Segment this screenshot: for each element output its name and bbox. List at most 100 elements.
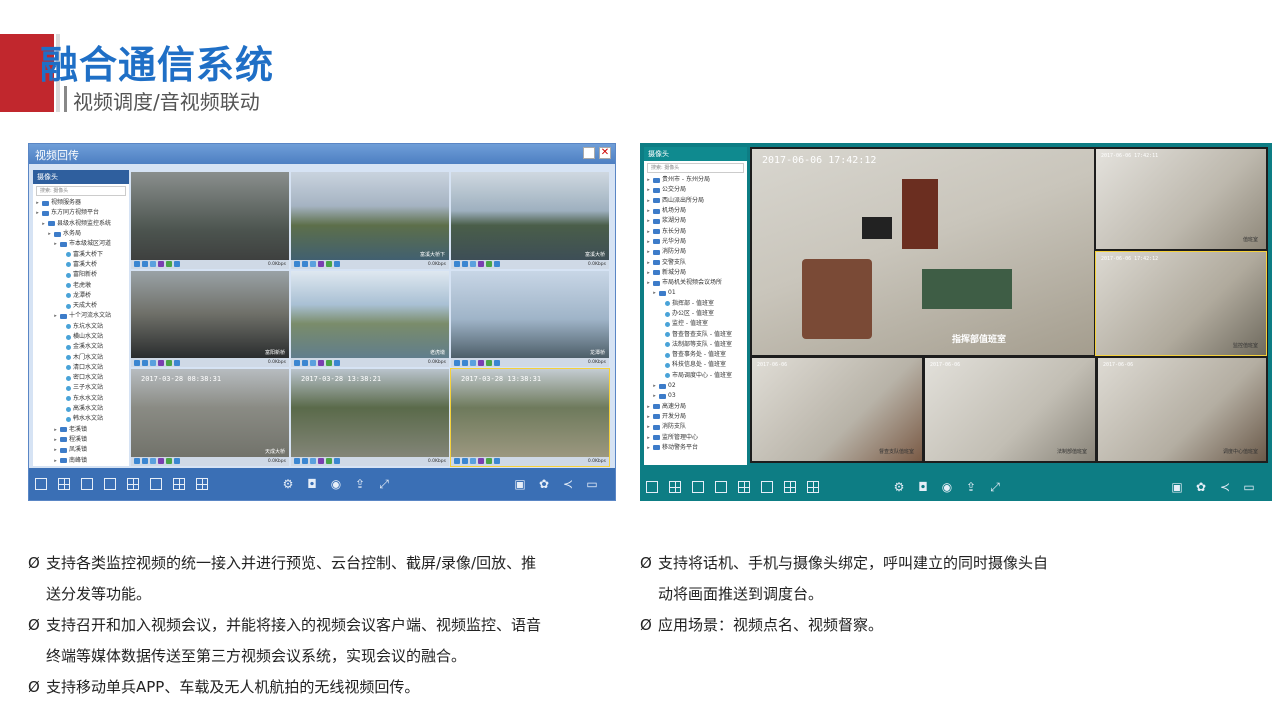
tree-item[interactable]: ▸ 消防支队 bbox=[644, 422, 747, 432]
cell-control-icon[interactable] bbox=[486, 261, 492, 268]
layout-8-button[interactable] bbox=[715, 481, 727, 493]
tree-item[interactable]: ▸ 机场分局 bbox=[644, 206, 747, 216]
video-cell[interactable]: 2017-06-06 法制部值班室 bbox=[925, 358, 1095, 461]
tree-item[interactable]: ▸ 移动警务平台 bbox=[644, 443, 747, 453]
layout-10-button[interactable] bbox=[761, 481, 773, 493]
tree-item[interactable]: 富阳新桥 bbox=[33, 270, 129, 280]
tree-item[interactable]: ▸ 程溪镇 bbox=[33, 435, 129, 445]
cell-control-icon[interactable] bbox=[310, 458, 316, 465]
cell-control-icon[interactable] bbox=[454, 261, 460, 268]
layout-9-button[interactable] bbox=[738, 481, 750, 493]
expand-arrow-icon[interactable]: ▸ bbox=[646, 237, 651, 247]
tree-item[interactable]: ▸ 消防分局 bbox=[644, 247, 747, 257]
tree-item[interactable]: 法制部等支队 - 值班室 bbox=[644, 340, 747, 350]
expand-arrow-icon[interactable]: ▸ bbox=[53, 456, 58, 466]
tree-item[interactable]: 科技信息处 - 值班室 bbox=[644, 360, 747, 370]
layout-4-button[interactable] bbox=[669, 481, 681, 493]
expand-arrow-icon[interactable]: ▸ bbox=[41, 219, 46, 229]
cell-control-icon[interactable] bbox=[150, 458, 156, 465]
layout-9-button[interactable] bbox=[127, 478, 139, 490]
cell-control-icon[interactable] bbox=[334, 359, 340, 366]
cell-control-icon[interactable] bbox=[478, 458, 484, 465]
ptz-icon[interactable]: ⚙ bbox=[281, 477, 295, 491]
tree-item[interactable]: 办公区 - 值班室 bbox=[644, 309, 747, 319]
maximize-button[interactable] bbox=[583, 147, 595, 159]
screen-icon[interactable]: ▭ bbox=[585, 477, 599, 491]
tree-item[interactable]: 龙潭桥 bbox=[33, 291, 129, 301]
tree-item[interactable]: ▸ 监所管理中心 bbox=[644, 432, 747, 442]
cell-control-icon[interactable] bbox=[150, 261, 156, 268]
tree-item[interactable]: ▸ 开发分局 bbox=[644, 412, 747, 422]
video-cell[interactable]: 富溪大桥下 0.0Kbps bbox=[291, 172, 449, 269]
video-cell[interactable]: 2017-06-06 17:42:12 监控值班室 bbox=[1095, 251, 1267, 356]
cell-control-icon[interactable] bbox=[142, 458, 148, 465]
share-icon[interactable]: ≺ bbox=[561, 477, 575, 491]
tree-search-input[interactable]: 搜索: 摄像头 bbox=[36, 186, 126, 196]
tree-item[interactable]: ▸ 东长分局 bbox=[644, 226, 747, 236]
layout-6-button[interactable] bbox=[81, 478, 93, 490]
tree-item[interactable]: 密口水文站 bbox=[33, 373, 129, 383]
expand-arrow-icon[interactable]: ▸ bbox=[646, 175, 651, 185]
expand-arrow-icon[interactable]: ▸ bbox=[646, 412, 651, 422]
tree-item[interactable]: ▸ 十个河流水文站 bbox=[33, 311, 129, 321]
expand-arrow-icon[interactable]: ▸ bbox=[646, 206, 651, 216]
expand-arrow-icon[interactable]: ▸ bbox=[652, 288, 657, 298]
upload-icon[interactable]: ⇪ bbox=[353, 477, 367, 491]
cell-control-icon[interactable] bbox=[318, 261, 324, 268]
tree-item[interactable]: ▸ 视频服务器 bbox=[33, 198, 129, 208]
layout-4-button[interactable] bbox=[58, 478, 70, 490]
tree-item[interactable]: 三子水文站 bbox=[33, 383, 129, 393]
tree-item[interactable]: ▸ 贵州市 - 东州分局 bbox=[644, 175, 747, 185]
cell-control-icon[interactable] bbox=[310, 359, 316, 366]
tree-item[interactable]: ▸ 县级水视频监控系统 bbox=[33, 219, 129, 229]
cell-control-icon[interactable] bbox=[142, 359, 148, 366]
tree-item[interactable]: ▸ 水务局 bbox=[33, 229, 129, 239]
expand-arrow-icon[interactable]: ▸ bbox=[646, 185, 651, 195]
cell-control-icon[interactable] bbox=[158, 458, 164, 465]
video-cell[interactable]: 2017-03-28 08:38:31 天成大桥 0.0Kbps bbox=[131, 369, 289, 466]
tree-item[interactable]: ▸ 新城分局 bbox=[644, 268, 747, 278]
cell-control-icon[interactable] bbox=[486, 458, 492, 465]
expand-arrow-icon[interactable]: ▸ bbox=[53, 425, 58, 435]
cell-control-icon[interactable] bbox=[294, 458, 300, 465]
cell-control-icon[interactable] bbox=[462, 261, 468, 268]
cell-control-icon[interactable] bbox=[494, 261, 500, 268]
cell-control-icon[interactable] bbox=[326, 261, 332, 268]
expand-arrow-icon[interactable]: ▸ bbox=[646, 278, 651, 288]
camera-icon[interactable]: ◘ bbox=[916, 480, 930, 494]
cell-control-icon[interactable] bbox=[462, 458, 468, 465]
expand-arrow-icon[interactable]: ▸ bbox=[646, 422, 651, 432]
tree-item[interactable]: ▸ 南峰镇 bbox=[33, 455, 129, 465]
expand-arrow-icon[interactable]: ▸ bbox=[646, 443, 651, 453]
tree-item[interactable]: ▸ 东方同方视频平台 bbox=[33, 208, 129, 218]
cell-control-icon[interactable] bbox=[478, 359, 484, 366]
tree-item[interactable]: 监控 - 值班室 bbox=[644, 319, 747, 329]
tree-item[interactable]: 清口水文站 bbox=[33, 363, 129, 373]
tree-item[interactable]: 富溪大桥 bbox=[33, 260, 129, 270]
tree-item[interactable]: 老虎墩 bbox=[33, 280, 129, 290]
cell-control-icon[interactable] bbox=[174, 261, 180, 268]
video-cell[interactable]: 2017-06-06 督查支队值班室 bbox=[752, 358, 922, 461]
tree-item[interactable]: 督查事务处 - 值班室 bbox=[644, 350, 747, 360]
tree-item[interactable]: ▸ 公交分局 bbox=[644, 185, 747, 195]
expand-arrow-icon[interactable]: ▸ bbox=[652, 381, 657, 391]
expand-arrow-icon[interactable]: ▸ bbox=[646, 196, 651, 206]
tree-item[interactable]: ▸ 光华分局 bbox=[644, 237, 747, 247]
expand-arrow-icon[interactable]: ▸ bbox=[47, 229, 52, 239]
cell-control-icon[interactable] bbox=[174, 458, 180, 465]
cell-control-icon[interactable] bbox=[310, 261, 316, 268]
cell-control-icon[interactable] bbox=[134, 261, 140, 268]
expand-arrow-icon[interactable]: ▸ bbox=[646, 433, 651, 443]
cell-control-icon[interactable] bbox=[494, 458, 500, 465]
cell-control-icon[interactable] bbox=[150, 359, 156, 366]
cell-control-icon[interactable] bbox=[318, 359, 324, 366]
cell-control-icon[interactable] bbox=[294, 261, 300, 268]
video-cell[interactable]: 0.0Kbps bbox=[131, 172, 289, 269]
tree-item[interactable]: ▸ 老溪镇 bbox=[33, 425, 129, 435]
ptz-icon[interactable]: ⚙ bbox=[892, 480, 906, 494]
expand-arrow-icon[interactable]: ▸ bbox=[35, 208, 40, 218]
cell-control-icon[interactable] bbox=[166, 261, 172, 268]
settings-icon[interactable]: ✿ bbox=[537, 477, 551, 491]
cell-control-icon[interactable] bbox=[470, 359, 476, 366]
expand-arrow-icon[interactable]: ▸ bbox=[35, 198, 40, 208]
